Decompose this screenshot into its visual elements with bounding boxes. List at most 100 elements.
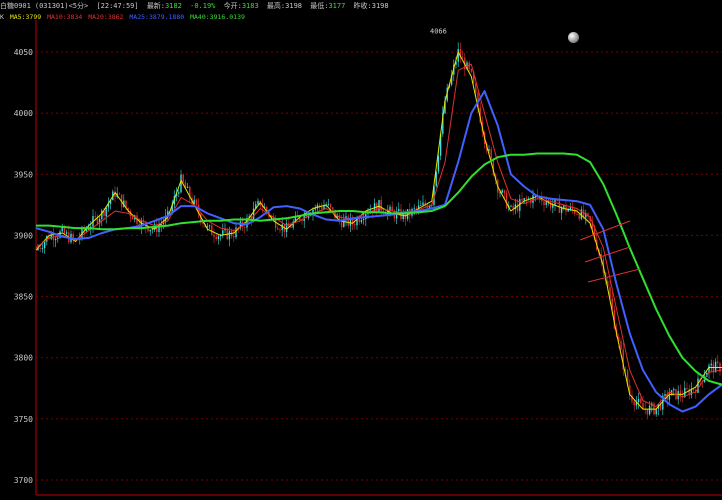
candle-body: [57, 237, 59, 239]
candle-body: [461, 57, 464, 59]
low-value: 3177: [328, 2, 346, 10]
high-label: 最高:: [266, 2, 286, 10]
y-axis-ticks: 4050 4000 3950 3900 3850 3800 3750 3700: [14, 48, 33, 485]
candle-body: [633, 401, 635, 406]
candle-body: [354, 224, 356, 226]
candle-body: [332, 207, 334, 210]
quote-header: 白糖0901 (031301)<5分> [22:47:59] 最新:3182 -0…: [0, 0, 722, 12]
y-tick-label: 3700: [14, 476, 33, 485]
candle-body: [244, 226, 246, 228]
pin-icon[interactable]: [568, 32, 579, 43]
candle-body: [94, 215, 96, 217]
ma-line-ma5: [35, 51, 722, 410]
candle-body: [398, 208, 400, 212]
candle-body: [39, 247, 41, 249]
ma-legend: K MA5:3799 MA10:3834 MA20:3862 MA25:3879…: [0, 12, 722, 22]
y-tick-label: 3950: [14, 170, 33, 179]
candle-body: [505, 193, 508, 209]
candle-body: [327, 204, 330, 205]
candle-body: [277, 228, 279, 230]
candle-body: [215, 236, 217, 240]
candle-body: [523, 198, 525, 201]
legend-ma5: MA5:3799: [9, 13, 42, 21]
candle-body: [620, 341, 622, 350]
price-chart: 4050 4000 3950 3900 3850 3800 3750 3700 4066: [14, 20, 722, 496]
candle-body: [211, 225, 213, 235]
legend-prefix: K: [0, 13, 4, 21]
legend-ma10: MA10:3834: [47, 13, 83, 21]
y-tick-label: 4050: [14, 48, 33, 57]
candle-body: [195, 199, 198, 205]
low-label: 最低:: [310, 2, 329, 10]
open-value: 3183: [241, 2, 259, 10]
candle-body: [545, 202, 547, 205]
candle-body: [413, 208, 415, 210]
candle-body: [640, 399, 642, 404]
candle-body: [217, 236, 220, 240]
candle-body: [717, 361, 719, 364]
candle-body: [43, 241, 46, 249]
candle-body: [525, 198, 528, 200]
candle-body: [118, 193, 121, 195]
prev-close-value: 3198: [371, 2, 389, 10]
candle-body: [362, 219, 365, 221]
candle-body: [367, 213, 369, 215]
candle-body: [41, 248, 44, 249]
legend-ma40: MA40:3916.0139: [190, 13, 245, 21]
latest-label: 最新:: [146, 2, 166, 10]
candle-body: [182, 174, 184, 183]
candle-body: [501, 190, 503, 193]
change-value: -0.19%: [190, 2, 216, 10]
candle-body: [285, 223, 288, 232]
moving-average-lines: [35, 51, 722, 413]
grid-lines: [36, 51, 722, 481]
legend-ma25: MA25:3879.1880: [129, 13, 185, 21]
candle-body: [470, 68, 473, 72]
candlesticks: [37, 42, 721, 419]
candle-body: [475, 83, 477, 93]
peak-price-label: 4066: [430, 27, 447, 35]
candle-body: [543, 201, 545, 205]
candle-body: [578, 214, 580, 219]
candle-body: [206, 226, 209, 228]
y-tick-label: 4000: [14, 109, 33, 118]
candle-body: [490, 149, 492, 160]
y-tick-label: 3850: [14, 293, 33, 302]
candle-body: [314, 208, 316, 210]
candle-body: [710, 363, 712, 366]
high-value: 3198: [285, 2, 302, 10]
candle-body: [178, 192, 180, 194]
y-tick-label: 3900: [14, 231, 33, 240]
candle-body: [389, 206, 391, 211]
candle-body: [686, 387, 688, 389]
candle-body: [180, 174, 182, 193]
candle-body: [54, 238, 57, 241]
candle-body: [257, 200, 259, 205]
candle-body: [560, 208, 563, 213]
candle-body: [503, 190, 506, 194]
candle-body: [360, 220, 363, 223]
y-tick-label: 3750: [14, 415, 33, 424]
legend-ma20: MA20:3862: [88, 13, 124, 21]
candle-body: [186, 186, 189, 189]
candle-body: [321, 207, 323, 210]
quote-time: [22:47:59]: [96, 2, 139, 10]
candle-body: [637, 399, 640, 403]
candle-body: [279, 229, 281, 231]
candle-body: [532, 195, 534, 204]
candle-body: [233, 236, 235, 238]
candle-body: [576, 213, 578, 215]
candle-body: [208, 225, 211, 227]
symbol-name[interactable]: 白糖0901: [0, 2, 31, 10]
candle-body: [673, 389, 675, 391]
ma-line-ma40: [36, 152, 722, 386]
candle-body: [488, 149, 490, 151]
prev-close-label: 昨收:: [353, 2, 372, 10]
candle-body: [646, 409, 649, 415]
candle-body: [213, 234, 215, 237]
candle-body: [697, 378, 699, 393]
candle-body: [648, 405, 651, 415]
y-tick-label: 3800: [14, 354, 33, 363]
candle-body: [105, 207, 107, 217]
candle-body: [563, 205, 565, 209]
